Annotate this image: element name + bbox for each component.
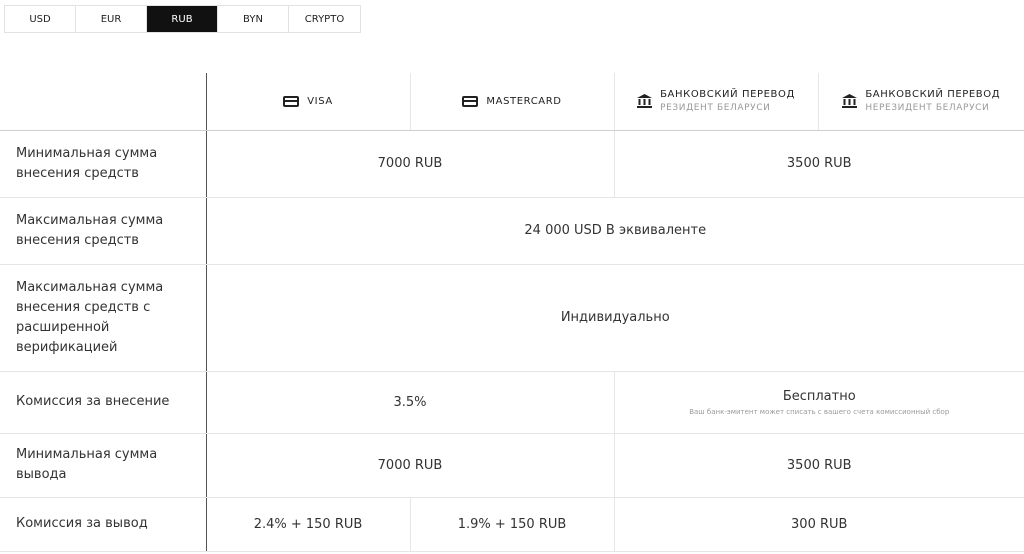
table-row: Максимальная сумма внесения средств 24 0… (0, 197, 1024, 265)
row-label-max-deposit: Максимальная сумма внесения средств (0, 197, 207, 265)
column-title-bank-resident: БАНКОВСКИЙ ПЕРЕВОД (660, 89, 795, 101)
min-deposit-bank-value: 3500 RUB (613, 130, 1024, 198)
min-withdraw-cards-value: 7000 RUB (206, 433, 614, 498)
bank-icon (842, 94, 858, 109)
column-header-bank-resident: БАНКОВСКИЙ ПЕРЕВОД РЕЗИДЕНТ БЕЛАРУСИ (613, 73, 818, 131)
table-row: Минимальная сумма вывода 7000 RUB 3500 R… (0, 433, 1024, 498)
payment-limits-table: VISA MASTERCARD БАНКОВСКИЙ ПЕРЕВОД РЕЗИД… (0, 73, 1024, 552)
bank-icon (637, 94, 653, 109)
tab-usd[interactable]: USD (5, 6, 76, 32)
withdraw-fee-visa-value: 2.4% + 150 RUB (206, 497, 410, 552)
min-withdraw-bank-value: 3500 RUB (613, 433, 1024, 498)
row-label-withdraw-fee: Комиссия за вывод (0, 497, 207, 552)
table-header-row: VISA MASTERCARD БАНКОВСКИЙ ПЕРЕВОД РЕЗИД… (0, 73, 1024, 131)
column-title-mastercard: MASTERCARD (486, 95, 562, 107)
withdraw-fee-bank-value: 300 RUB (613, 497, 1024, 552)
tab-eur[interactable]: EUR (76, 6, 147, 32)
column-title-bank-nonresident: БАНКОВСКИЙ ПЕРЕВОД (865, 89, 1001, 101)
table-row: Максимальная сумма внесения средств с ра… (0, 264, 1024, 372)
table-row: Минимальная сумма внесения средств 7000 … (0, 130, 1024, 198)
deposit-fee-bank-cell: Бесплатно Ваш банк-эмитент может списать… (613, 371, 1024, 434)
column-title-visa: VISA (307, 95, 333, 107)
tab-crypto[interactable]: CRYPTO (289, 6, 360, 32)
deposit-fee-cards-value: 3.5% (206, 371, 614, 434)
column-header-bank-nonresident: БАНКОВСКИЙ ПЕРЕВОД НЕРЕЗИДЕНТ БЕЛАРУСИ (817, 73, 1024, 131)
row-label-min-deposit: Минимальная сумма внесения средств (0, 130, 207, 198)
tab-rub[interactable]: RUB (147, 6, 218, 32)
credit-card-icon (462, 95, 479, 107)
row-label-deposit-fee: Комиссия за внесение (0, 371, 207, 434)
tab-byn[interactable]: BYN (218, 6, 289, 32)
max-deposit-value: 24 000 USD В эквиваленте (206, 197, 1024, 265)
header-empty-cell (0, 73, 207, 131)
min-deposit-cards-value: 7000 RUB (206, 130, 614, 198)
max-deposit-ext-value: Индивидуально (206, 264, 1024, 372)
column-header-visa: VISA (206, 73, 410, 131)
column-subtitle-bank-nonresident: НЕРЕЗИДЕНТ БЕЛАРУСИ (865, 103, 990, 114)
withdraw-fee-mastercard-value: 1.9% + 150 RUB (409, 497, 614, 552)
deposit-fee-bank-note: Ваш банк-эмитент может списать с вашего … (689, 407, 950, 416)
column-subtitle-bank-resident: РЕЗИДЕНТ БЕЛАРУСИ (660, 103, 771, 114)
currency-tabs: USD EUR RUB BYN CRYPTO (4, 5, 361, 33)
row-label-min-withdraw: Минимальная сумма вывода (0, 433, 207, 498)
row-label-max-deposit-ext: Максимальная сумма внесения средств с ра… (0, 264, 207, 372)
table-row: Комиссия за вывод 2.4% + 150 RUB 1.9% + … (0, 497, 1024, 552)
column-header-mastercard: MASTERCARD (409, 73, 614, 131)
deposit-fee-bank-value: Бесплатно (782, 388, 856, 404)
credit-card-icon (283, 95, 300, 107)
table-row: Комиссия за внесение 3.5% Бесплатно Ваш … (0, 371, 1024, 434)
